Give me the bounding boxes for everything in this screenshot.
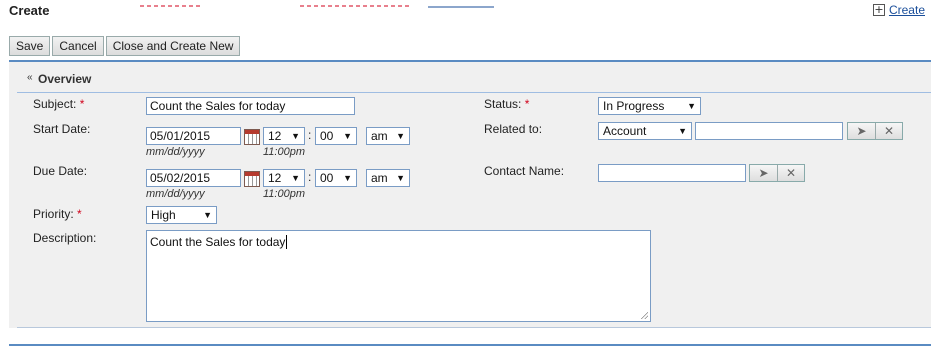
resize-handle-icon[interactable] bbox=[640, 311, 648, 319]
chevron-down-icon: ▼ bbox=[396, 131, 405, 141]
create-link-group[interactable]: + Create bbox=[872, 3, 925, 17]
chevron-down-icon: ▼ bbox=[343, 173, 352, 183]
start-hour-select[interactable]: 12 ▼ bbox=[263, 127, 305, 145]
calendar-icon[interactable] bbox=[244, 129, 260, 145]
due-date-input[interactable]: 05/02/2015 bbox=[146, 169, 241, 187]
time-separator: : bbox=[308, 128, 312, 142]
description-label: Description: bbox=[33, 231, 97, 245]
chevron-down-icon: ▼ bbox=[343, 131, 352, 141]
start-time-format-hint: 11:00pm bbox=[263, 146, 305, 158]
cancel-button[interactable]: Cancel bbox=[52, 36, 104, 56]
plus-box-icon: + bbox=[872, 3, 885, 16]
section-bottom-divider bbox=[17, 327, 931, 328]
chevron-down-icon: ▼ bbox=[687, 101, 696, 111]
start-date-label: Start Date: bbox=[33, 122, 91, 136]
calendar-icon[interactable] bbox=[244, 171, 260, 187]
page-title: Create bbox=[9, 3, 50, 18]
status-select[interactable]: In Progress ▼ bbox=[598, 97, 701, 115]
related-to-input[interactable] bbox=[695, 122, 843, 140]
contact-name-lookup-buttons: ➤ ✕ bbox=[749, 164, 805, 182]
subject-input[interactable]: Count the Sales for today bbox=[146, 97, 355, 115]
top-link-fragment bbox=[428, 0, 494, 8]
top-red-fragment bbox=[140, 0, 200, 7]
related-to-type-select[interactable]: Account ▼ bbox=[598, 122, 692, 140]
priority-label: Priority: * bbox=[33, 207, 82, 221]
cursor-arrow-icon[interactable]: ➤ bbox=[750, 165, 777, 181]
double-chevron-up-icon[interactable]: « bbox=[27, 72, 33, 83]
chevron-down-icon: ▼ bbox=[291, 131, 300, 141]
section-title: Overview bbox=[38, 72, 92, 86]
related-to-label: Related to: bbox=[484, 122, 543, 136]
contact-name-input[interactable] bbox=[598, 164, 746, 182]
top-red-fragment bbox=[300, 0, 410, 7]
chevron-down-icon: ▼ bbox=[396, 173, 405, 183]
status-label: Status: * bbox=[484, 97, 530, 111]
section-header-overview[interactable]: « Overview bbox=[9, 68, 931, 93]
create-link[interactable]: Create bbox=[889, 3, 925, 17]
related-to-lookup-buttons: ➤ ✕ bbox=[847, 122, 903, 140]
start-ampm-select[interactable]: am ▼ bbox=[366, 127, 410, 145]
description-textarea[interactable]: Count the Sales for today bbox=[146, 230, 651, 322]
due-minute-select[interactable]: 00 ▼ bbox=[315, 169, 357, 187]
start-date-input[interactable]: 05/01/2015 bbox=[146, 127, 241, 145]
close-and-create-new-button[interactable]: Close and Create New bbox=[105, 36, 241, 56]
start-date-format-hint: mm/dd/yyyy bbox=[146, 146, 205, 158]
x-icon[interactable]: ✕ bbox=[875, 123, 902, 139]
next-section-divider bbox=[9, 344, 931, 346]
chevron-down-icon: ▼ bbox=[203, 210, 212, 220]
chevron-down-icon: ▼ bbox=[678, 126, 687, 136]
cursor-arrow-icon[interactable]: ➤ bbox=[848, 123, 875, 139]
due-time-format-hint: 11:00pm bbox=[263, 188, 305, 200]
toolbar: Save Cancel Close and Create New bbox=[9, 36, 241, 56]
start-minute-select[interactable]: 00 ▼ bbox=[315, 127, 357, 145]
subject-label: Subject: * bbox=[33, 97, 85, 111]
chevron-down-icon: ▼ bbox=[291, 173, 300, 183]
due-ampm-select[interactable]: am ▼ bbox=[366, 169, 410, 187]
x-icon[interactable]: ✕ bbox=[777, 165, 804, 181]
priority-select[interactable]: High ▼ bbox=[146, 206, 217, 224]
due-date-label: Due Date: bbox=[33, 164, 88, 178]
time-separator: : bbox=[308, 170, 312, 184]
contact-name-label: Contact Name: bbox=[484, 164, 565, 178]
section-divider bbox=[17, 92, 931, 93]
due-hour-select[interactable]: 12 ▼ bbox=[263, 169, 305, 187]
save-button[interactable]: Save bbox=[9, 36, 51, 56]
due-date-format-hint: mm/dd/yyyy bbox=[146, 188, 205, 200]
